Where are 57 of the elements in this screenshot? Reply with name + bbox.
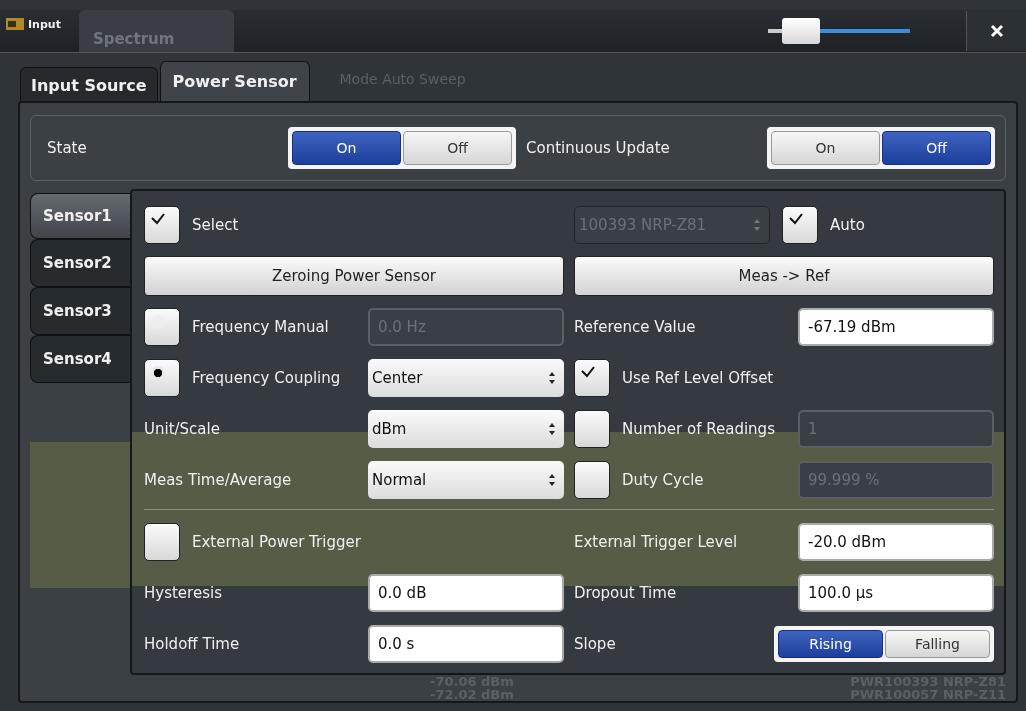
toggle-option[interactable]: Off	[882, 131, 991, 165]
close-button[interactable]	[966, 11, 1026, 51]
field-label: External Power Trigger	[192, 532, 362, 551]
field-label: Hysteresis	[144, 583, 223, 602]
dropdown[interactable]: Center	[368, 358, 564, 397]
checkbox[interactable]	[144, 205, 180, 244]
field-label: Use Ref Level Offset	[622, 368, 775, 387]
tab[interactable]: Power Sensor	[159, 61, 310, 101]
input-field[interactable]: 0.0 dB	[368, 573, 564, 612]
field-label: Continuous Update	[526, 139, 670, 157]
dropdown[interactable]: Normal	[368, 460, 564, 499]
checkmark-icon	[580, 364, 596, 379]
up-down-arrows-icon	[548, 472, 556, 487]
field-label: State	[47, 139, 87, 157]
field-label: Slope	[574, 634, 617, 653]
radio-button[interactable]	[144, 358, 180, 397]
field-label: Meas Time/Average	[144, 470, 293, 489]
sensor-tab[interactable]: Sensor2	[30, 239, 130, 287]
checkmark-icon	[150, 211, 166, 226]
input-field[interactable]: 0.0 s	[368, 624, 564, 663]
field-label: Duty Cycle	[622, 470, 705, 489]
field-label: Dropout Time	[574, 583, 678, 602]
toggle-option[interactable]: Off	[403, 131, 512, 165]
input-field[interactable]: -20.0 dBm	[798, 522, 994, 561]
action-button[interactable]: Zeroing Power Sensor	[144, 255, 564, 296]
toggle-option[interactable]: Falling	[885, 629, 990, 658]
checkbox[interactable]	[574, 358, 610, 397]
sensor-tab[interactable]: Sensor3	[30, 287, 130, 335]
field-label: Unit/Scale	[144, 419, 221, 438]
window-title: Input	[28, 18, 61, 31]
sensor-tab[interactable]: Sensor4	[30, 335, 130, 383]
app-icon	[6, 18, 24, 30]
toggle-option[interactable]: On	[292, 131, 401, 165]
up-down-arrows-icon	[548, 370, 556, 385]
up-down-arrows-icon	[548, 421, 556, 436]
checkbox[interactable]	[144, 522, 180, 561]
toggle-option[interactable]: Rising	[778, 629, 883, 658]
sensor-tab[interactable]: Sensor1	[30, 193, 130, 239]
close-icon	[989, 24, 1004, 38]
dropdown[interactable]: dBm	[368, 409, 564, 448]
input-field[interactable]: 100.0 µs	[798, 573, 994, 612]
checkmark-icon	[788, 211, 804, 226]
field-label: Auto	[830, 215, 866, 234]
field-label: Number of Readings	[622, 419, 776, 438]
field-label: Select	[192, 215, 240, 234]
field-label: Reference Value	[574, 317, 697, 336]
field-label: Frequency Manual	[192, 317, 330, 336]
toggle-option[interactable]: On	[771, 131, 880, 165]
input-field[interactable]: -67.19 dBm	[798, 307, 994, 346]
checkbox[interactable]	[782, 205, 818, 244]
action-button[interactable]: Meas -> Ref	[574, 255, 994, 296]
tab[interactable]: Input Source	[20, 67, 158, 101]
field-label: External Trigger Level	[574, 532, 739, 551]
field-label: Holdoff Time	[144, 634, 241, 653]
field-label: Frequency Coupling	[192, 368, 342, 387]
up-down-arrows-icon	[753, 217, 761, 232]
slider-thumb[interactable]	[782, 18, 821, 44]
